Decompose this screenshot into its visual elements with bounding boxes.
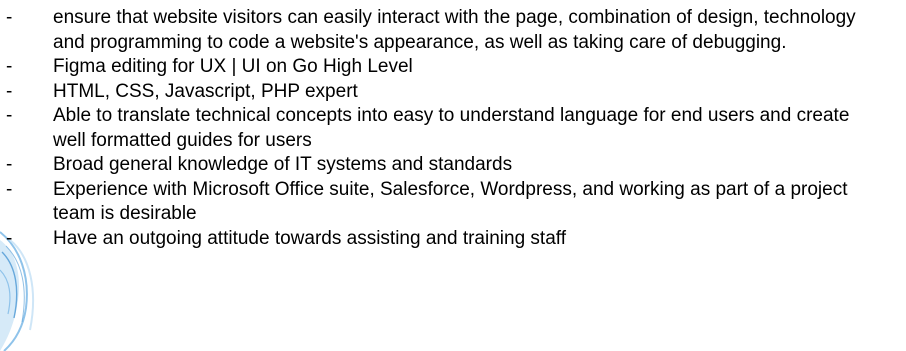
list-item-text: ensure that website visitors can easily … — [53, 7, 856, 53]
list-item: - Able to translate technical concepts i… — [0, 104, 906, 153]
bullet-dash: - — [6, 154, 13, 175]
list-item-text: Broad general knowledge of IT systems an… — [53, 154, 513, 175]
list-item-text: Experience with Microsoft Office suite, … — [53, 178, 848, 225]
list-item: - HTML, CSS, Javascript, PHP expert — [0, 80, 906, 105]
document-page: - ensure that website visitors can easil… — [0, 0, 906, 351]
list-item-text: HTML, CSS, Javascript, PHP expert — [53, 80, 358, 102]
bullet-dash: - — [6, 227, 13, 249]
bullet-dash: - — [6, 56, 13, 77]
list-item-text: Have an outgoing attitude towards assist… — [53, 227, 566, 249]
list-item: - Figma editing for UX | UI on Go High L… — [0, 55, 906, 80]
bullet-dash: - — [6, 178, 13, 200]
list-item: - ensure that website visitors can easil… — [0, 6, 906, 55]
list-item: - Experience with Microsoft Office suite… — [0, 178, 906, 227]
bullet-dash: - — [6, 105, 13, 126]
list-item: - Broad general knowledge of IT systems … — [0, 153, 906, 178]
skills-bullet-list: - ensure that website visitors can easil… — [0, 6, 906, 251]
bullet-dash: - — [6, 80, 13, 102]
list-item-text: Able to translate technical concepts int… — [53, 105, 850, 151]
bullet-dash: - — [6, 7, 13, 28]
list-item-text: Figma editing for UX | UI on Go High Lev… — [53, 56, 413, 77]
list-item: - Have an outgoing attitude towards assi… — [0, 227, 906, 252]
